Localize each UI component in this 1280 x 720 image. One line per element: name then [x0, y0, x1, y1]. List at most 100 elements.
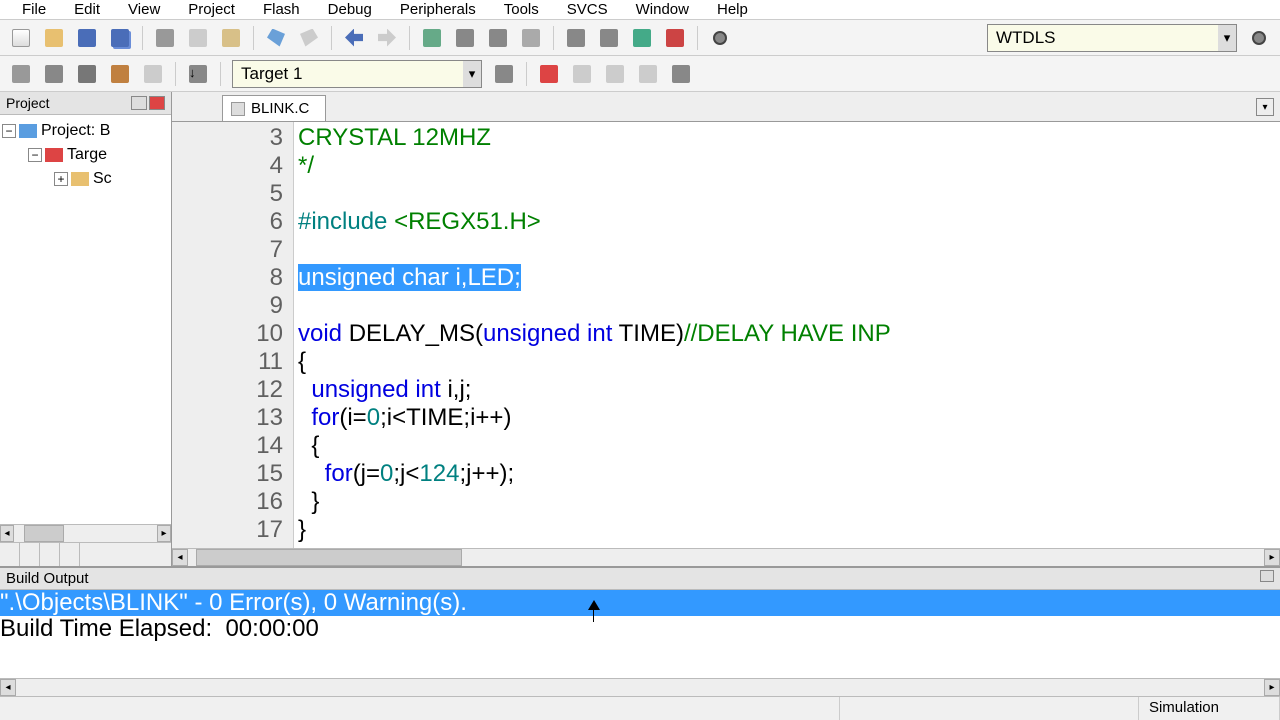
find-combo-text: WTDLS [988, 28, 1218, 48]
find-button[interactable] [1244, 24, 1274, 52]
tab-dropdown-icon[interactable]: ▾ [1256, 98, 1274, 116]
build-button[interactable] [39, 60, 69, 88]
scroll-left-icon[interactable]: ◂ [172, 549, 188, 566]
project-panel-tabs[interactable] [0, 542, 171, 566]
collapse-icon[interactable]: − [28, 148, 42, 162]
tree-target-node[interactable]: − Targe [2, 143, 169, 167]
project-panel-title: Project [0, 92, 171, 115]
scroll-left-icon[interactable]: ◂ [0, 679, 16, 696]
target-select-text: Target 1 [233, 64, 463, 84]
close-icon[interactable] [149, 96, 165, 110]
menu-project[interactable]: Project [174, 0, 249, 19]
code-line[interactable]: CRYSTAL 12MHZ [298, 124, 1276, 152]
chevron-down-icon[interactable]: ▾ [463, 61, 481, 87]
translate-button[interactable] [6, 60, 36, 88]
build-output-line[interactable]: Build Time Elapsed: 00:00:00 [0, 616, 1280, 642]
scroll-thumb[interactable] [196, 549, 462, 566]
code-line[interactable]: { [298, 348, 1276, 376]
project-hscroll[interactable]: ◂ ▸ [0, 524, 171, 542]
scroll-thumb[interactable] [24, 525, 64, 542]
code-line[interactable]: } [298, 516, 1276, 544]
paste-button[interactable] [216, 24, 246, 52]
manage-rte-button[interactable] [567, 60, 597, 88]
tree-project-node[interactable]: − Project: B [2, 119, 169, 143]
menu-file[interactable]: File [8, 0, 60, 19]
project-tree[interactable]: − Project: B − Targe + Sc [0, 115, 171, 524]
build-output-content[interactable]: ".\Objects\BLINK" - 0 Error(s), 0 Warnin… [0, 590, 1280, 678]
project-icon [19, 124, 37, 138]
collapse-icon[interactable]: − [2, 124, 16, 138]
copy-button[interactable] [183, 24, 213, 52]
prev-bookmark-button[interactable] [450, 24, 480, 52]
batch-build-button[interactable] [105, 60, 135, 88]
menu-svcs[interactable]: SVCS [553, 0, 622, 19]
code-line[interactable]: void DELAY_MS(unsigned int TIME)//DELAY … [298, 320, 1276, 348]
scroll-right-icon[interactable]: ▸ [1264, 549, 1280, 566]
status-bar: Simulation [0, 696, 1280, 720]
new-file-button[interactable] [6, 24, 36, 52]
file-tab[interactable]: BLINK.C [222, 95, 326, 121]
code-line[interactable]: */ [298, 152, 1276, 180]
manage-components-button[interactable] [534, 60, 564, 88]
code-line[interactable]: { [298, 432, 1276, 460]
find-combo[interactable]: WTDLS ▾ [987, 24, 1237, 52]
next-bookmark-button[interactable] [483, 24, 513, 52]
menu-edit[interactable]: Edit [60, 0, 114, 19]
nav-back-button[interactable] [339, 24, 369, 52]
editor-area: BLINK.C ▾ 34567891011121314151617 CRYSTA… [172, 92, 1280, 566]
scroll-left-icon[interactable]: ◂ [0, 525, 14, 542]
code-line[interactable]: #include <REGX51.H> [298, 208, 1276, 236]
undo-button[interactable] [261, 24, 291, 52]
expand-icon[interactable]: + [54, 172, 68, 186]
code-editor[interactable]: 34567891011121314151617 CRYSTAL 12MHZ*/#… [172, 122, 1280, 548]
tree-source-group-node[interactable]: + Sc [2, 167, 169, 191]
outdent-button[interactable] [594, 24, 624, 52]
cut-button[interactable] [150, 24, 180, 52]
select-packs-button[interactable] [600, 60, 630, 88]
save-button[interactable] [72, 24, 102, 52]
code-line[interactable] [298, 236, 1276, 264]
code-line[interactable]: for(i=0;i<TIME;i++) [298, 404, 1276, 432]
stop-build-button[interactable] [138, 60, 168, 88]
menu-flash[interactable]: Flash [249, 0, 314, 19]
chevron-down-icon[interactable]: ▾ [1218, 25, 1236, 51]
clear-bookmarks-button[interactable] [516, 24, 546, 52]
target-select[interactable]: Target 1 ▾ [232, 60, 482, 88]
menu-debug[interactable]: Debug [314, 0, 386, 19]
menu-view[interactable]: View [114, 0, 174, 19]
code-line[interactable] [298, 180, 1276, 208]
pack-installer-button[interactable] [633, 60, 663, 88]
indent-button[interactable] [561, 24, 591, 52]
menu-tools[interactable]: Tools [490, 0, 553, 19]
options-button[interactable] [489, 60, 519, 88]
redo-button[interactable] [294, 24, 324, 52]
build-output-line[interactable]: ".\Objects\BLINK" - 0 Error(s), 0 Warnin… [0, 590, 1280, 616]
scroll-right-icon[interactable]: ▸ [1264, 679, 1280, 696]
pin-icon[interactable] [131, 96, 147, 110]
code-content[interactable]: CRYSTAL 12MHZ*/ #include <REGX51.H> unsign… [294, 122, 1280, 548]
menu-help[interactable]: Help [703, 0, 762, 19]
comment-button[interactable] [627, 24, 657, 52]
uncomment-button[interactable] [660, 24, 690, 52]
build-hscroll[interactable]: ◂ ▸ [0, 678, 1280, 696]
code-line[interactable] [298, 292, 1276, 320]
nav-forward-button[interactable] [372, 24, 402, 52]
save-all-button[interactable] [105, 24, 135, 52]
editor-hscroll[interactable]: ◂ ▸ [172, 548, 1280, 566]
scroll-right-icon[interactable]: ▸ [157, 525, 171, 542]
code-line[interactable]: for(j=0;j<124;j++); [298, 460, 1276, 488]
code-line[interactable]: unsigned char i,LED; [298, 264, 1276, 292]
build-output-title: Build Output [0, 568, 1280, 590]
menu-window[interactable]: Window [622, 0, 703, 19]
open-file-button[interactable] [39, 24, 69, 52]
find-in-files-button[interactable] [705, 24, 735, 52]
download-button[interactable]: ↓ [183, 60, 213, 88]
menu-peripherals[interactable]: Peripherals [386, 0, 490, 19]
books-button[interactable] [666, 60, 696, 88]
code-line[interactable]: unsigned int i,j; [298, 376, 1276, 404]
rebuild-button[interactable] [72, 60, 102, 88]
c-file-icon [231, 102, 245, 116]
pin-icon[interactable] [1260, 570, 1274, 582]
bookmark-button[interactable] [417, 24, 447, 52]
code-line[interactable]: } [298, 488, 1276, 516]
